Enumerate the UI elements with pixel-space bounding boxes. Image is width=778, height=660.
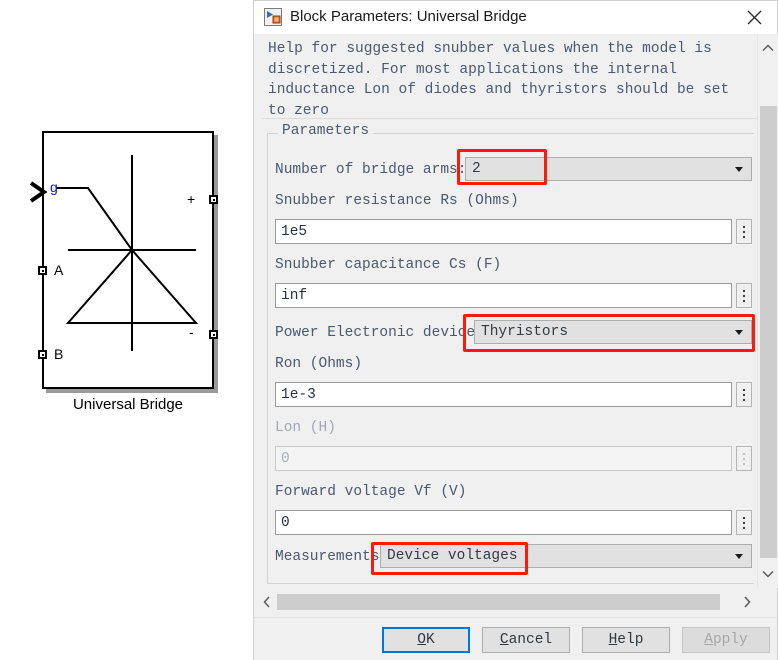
port-marker-a[interactable] (38, 266, 47, 275)
block-caption: Universal Bridge (72, 396, 184, 413)
dialog-titlebar[interactable]: Block Parameters: Universal Bridge (254, 1, 777, 34)
gate-port-arrow-icon (30, 181, 48, 203)
scroll-down-button[interactable] (758, 564, 778, 584)
close-button[interactable] (731, 1, 777, 34)
parameters-legend: Parameters (278, 123, 374, 139)
chevron-down-icon (735, 167, 743, 172)
ron-input[interactable]: 1e-3 (275, 382, 732, 407)
snubber-capacitance-value: inf (281, 287, 308, 304)
forward-voltage-value: 0 (281, 514, 290, 531)
ron-row: 1e-3 (275, 382, 752, 407)
help-mnemonic: H (608, 632, 618, 648)
snubber-resistance-more-button[interactable] (736, 219, 752, 244)
scroll-left-button[interactable] (257, 591, 277, 613)
port-label-plus: + (187, 191, 196, 207)
lon-more-button (736, 446, 752, 471)
label-snubber-capacitance: Snubber capacitance Cs (F) (275, 257, 502, 273)
help-button-label-rest: elp (617, 632, 644, 648)
power-electronic-device-value: Thyristors (481, 324, 569, 340)
label-snubber-resistance: Snubber resistance Rs (Ohms) (275, 193, 519, 209)
port-marker-b[interactable] (38, 350, 47, 359)
apply-mnemonic: A (704, 632, 713, 648)
snubber-resistance-value: 1e5 (281, 223, 308, 240)
measurements-dropdown[interactable]: Device voltages (380, 544, 752, 568)
label-lon: Lon (H) (275, 420, 336, 436)
label-ron: Ron (Ohms) (275, 356, 363, 372)
dialog-title: Block Parameters: Universal Bridge (290, 8, 527, 25)
cancel-button-label-rest: ancel (508, 632, 553, 648)
dialog-button-bar: OK Cancel Help Apply (254, 617, 777, 660)
label-number-of-bridge-arms: Number of bridge arms: (275, 162, 467, 178)
help-button[interactable]: Help (582, 627, 670, 653)
forward-voltage-input[interactable]: 0 (275, 510, 732, 535)
thyristor-symbol-icon (56, 155, 199, 351)
lon-row: 0 (275, 446, 752, 471)
ok-button-label-rest: K (426, 632, 435, 648)
measurements-value: Device voltages (387, 548, 518, 564)
lon-value: 0 (281, 450, 290, 467)
chevron-right-icon (744, 596, 751, 608)
label-measurements: Measurements (275, 549, 380, 565)
horizontal-scrollbar[interactable] (257, 591, 757, 613)
chevron-up-icon (762, 44, 774, 51)
ron-more-button[interactable] (736, 382, 752, 407)
apply-button-label-rest: pply (712, 632, 748, 648)
chevron-down-icon (762, 571, 774, 578)
forward-voltage-row: 0 (275, 510, 752, 535)
forward-voltage-more-button[interactable] (736, 510, 752, 535)
help-text: Help for suggested snubber values when t… (268, 41, 738, 119)
close-icon (747, 10, 761, 25)
snubber-capacitance-row: inf (275, 283, 752, 308)
port-marker-plus[interactable] (209, 195, 218, 204)
scroll-right-button[interactable] (737, 591, 757, 613)
simulink-block-icon (264, 8, 282, 26)
screenshot-root: g A B + - Universal Bridge Block Paramet… (0, 0, 778, 660)
port-label-g: g (50, 179, 58, 195)
power-electronic-device-dropdown[interactable]: Thyristors (474, 320, 752, 344)
vertical-scrollbar-thumb[interactable] (760, 106, 777, 558)
block-parameters-dialog: Block Parameters: Universal Bridge Help … (253, 0, 778, 660)
cancel-button[interactable]: Cancel (482, 627, 570, 653)
apply-button: Apply (682, 627, 770, 653)
snubber-capacitance-more-button[interactable] (736, 283, 752, 308)
parameters-area: Parameters Number of bridge arms: 2 Snub… (262, 121, 757, 588)
scroll-up-button[interactable] (758, 38, 778, 58)
universal-bridge-block[interactable]: g A B + - (30, 131, 218, 389)
port-label-b: B (54, 346, 64, 362)
chevron-down-icon (735, 330, 743, 335)
chevron-left-icon (263, 596, 270, 608)
snubber-resistance-row: 1e5 (275, 219, 752, 244)
lon-input: 0 (275, 446, 732, 471)
cancel-mnemonic: C (499, 632, 509, 648)
bridge-arms-dropdown[interactable]: 2 (465, 157, 752, 181)
snubber-capacitance-input[interactable]: inf (275, 283, 732, 308)
label-forward-voltage: Forward voltage Vf (V) (275, 484, 467, 500)
label-power-electronic-device: Power Electronic device (275, 325, 476, 341)
chevron-down-icon (735, 554, 743, 559)
port-label-minus: - (189, 324, 194, 340)
bridge-arms-value: 2 (472, 161, 481, 177)
ok-button[interactable]: OK (382, 627, 470, 653)
port-label-a: A (54, 262, 64, 278)
ron-value: 1e-3 (281, 386, 316, 403)
vertical-scrollbar[interactable] (757, 34, 778, 588)
snubber-resistance-input[interactable]: 1e5 (275, 219, 732, 244)
simulink-canvas[interactable]: g A B + - Universal Bridge (0, 0, 254, 660)
ok-mnemonic: O (417, 632, 426, 648)
port-marker-minus[interactable] (209, 330, 218, 339)
help-text-panel: Help for suggested snubber values when t… (262, 34, 757, 119)
horizontal-scrollbar-thumb[interactable] (277, 594, 720, 610)
